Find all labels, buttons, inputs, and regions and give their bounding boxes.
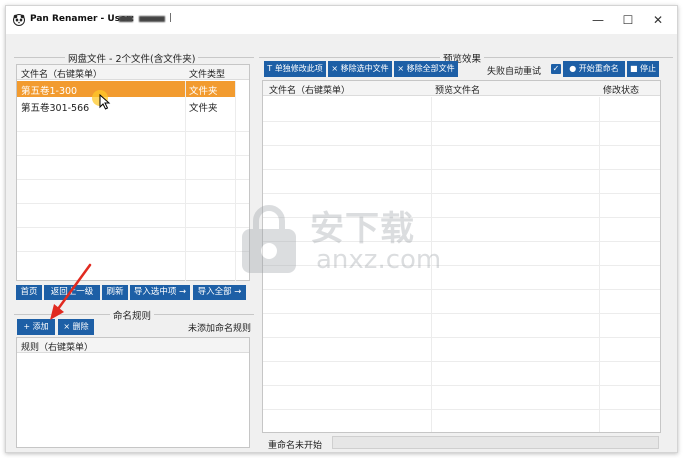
file-type: 文件夹: [189, 103, 218, 114]
rename-progress-bar: [332, 436, 659, 449]
file-row[interactable]: 第五卷301-566 文件夹: [17, 98, 249, 114]
file-type: 文件夹: [189, 86, 218, 97]
redacted-username: [139, 16, 165, 22]
import-selected-button[interactable]: 导入选中项 →: [130, 285, 190, 300]
grid-row-line: [263, 121, 660, 122]
stop-button[interactable]: ■ 停止: [627, 61, 659, 77]
edit-item-button[interactable]: T 单独修改此项: [264, 61, 326, 77]
start-rename-button[interactable]: ● 开始重命名: [563, 61, 625, 77]
grid-row-line: [17, 203, 249, 204]
maximize-button[interactable]: ☐: [614, 10, 642, 30]
add-rule-button[interactable]: + 添加: [17, 319, 55, 335]
file-list-header: 文件名（右键菜单） 文件类型: [17, 65, 249, 80]
rules-list[interactable]: 规则（右键菜单）: [16, 337, 250, 448]
grid-row-line: [263, 337, 660, 338]
file-name: 第五卷1-300: [21, 86, 78, 97]
column-header-preview-name[interactable]: 预览文件名: [435, 83, 480, 96]
lock-shield-icon: [242, 205, 296, 273]
redacted-username: [119, 16, 133, 22]
minimize-button[interactable]: —: [584, 10, 612, 30]
refresh-button[interactable]: 刷新: [102, 285, 128, 300]
file-list[interactable]: 文件名（右键菜单） 文件类型 第五卷1-300 文件夹 第五卷301-566 文…: [16, 64, 250, 281]
preview-list-header: 文件名（右键菜单） 预览文件名 修改状态: [263, 81, 660, 96]
watermark-text-en: anxz.com: [316, 245, 442, 275]
grid-row-line: [17, 155, 249, 156]
auto-retry-label: 失败自动重试: [487, 67, 542, 77]
title-separator: |: [169, 13, 173, 23]
column-header-status[interactable]: 修改状态: [603, 83, 639, 96]
grid-row-line: [263, 193, 660, 194]
file-name: 第五卷301-566: [21, 103, 90, 114]
rules-group-title: 命名规则: [110, 308, 155, 322]
grid-row-line: [263, 289, 660, 290]
delete-rule-button[interactable]: × 删除: [58, 319, 94, 335]
auto-retry-checkbox[interactable]: ✓: [551, 64, 561, 74]
column-header-filename[interactable]: 文件名（右键菜单）: [21, 67, 102, 80]
title-bar[interactable]: Pan Renamer - User: | — ☐ ✕: [6, 6, 677, 34]
import-all-button[interactable]: 导入全部 →: [193, 285, 246, 300]
rename-status-text: 重命名未开始: [268, 441, 323, 451]
grid-row-line: [17, 179, 249, 180]
grid-row-line: [263, 169, 660, 170]
remove-all-button[interactable]: × 移除全部文件: [394, 61, 458, 77]
rules-status-text: 未添加命名规则: [188, 324, 252, 334]
grid-row-line: [17, 251, 249, 252]
column-header-filetype[interactable]: 文件类型: [189, 67, 225, 80]
app-window: Pan Renamer - User: | — ☐ ✕ 网盘文件 - 2个文件(…: [5, 5, 678, 453]
go-up-button[interactable]: 返回上一级: [44, 285, 100, 300]
grid-row-line: [17, 227, 249, 228]
grid-row-line: [263, 145, 660, 146]
file-group-title: 网盘文件 - 2个文件(含文件夹): [65, 51, 199, 65]
mouse-pointer-icon: [99, 94, 111, 110]
file-row[interactable]: 第五卷1-300 文件夹: [17, 81, 235, 97]
rules-list-header: 规则（右键菜单）: [17, 338, 249, 353]
close-button[interactable]: ✕: [644, 10, 672, 30]
grid-row-line: [263, 409, 660, 410]
grid-row-line: [263, 313, 660, 314]
grid-row-line: [17, 131, 249, 132]
column-header-rule[interactable]: 规则（右键菜单）: [21, 340, 93, 353]
panda-icon: [13, 14, 25, 26]
watermark: 安下载 anxz.com: [238, 201, 453, 281]
remove-selected-button[interactable]: × 移除选中文件: [328, 61, 392, 77]
home-button[interactable]: 首页: [16, 285, 42, 300]
grid-row-line: [263, 385, 660, 386]
grid-row-line: [263, 361, 660, 362]
watermark-text-cn: 安下载: [310, 209, 415, 249]
column-header-filename[interactable]: 文件名（右键菜单）: [269, 83, 350, 96]
